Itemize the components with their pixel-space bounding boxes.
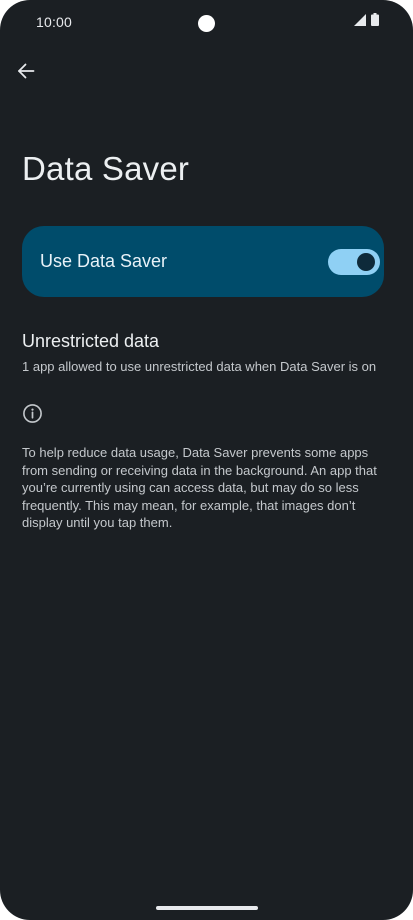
signal-icon xyxy=(354,13,366,31)
data-saver-switch[interactable] xyxy=(328,249,380,275)
unrestricted-data-summary: 1 app allowed to use unrestricted data w… xyxy=(22,359,377,374)
phone-screen: 10:00 Data Saver Use Data Saver Unrestri… xyxy=(0,0,413,920)
gesture-nav-handle[interactable] xyxy=(156,906,258,910)
back-button[interactable] xyxy=(10,57,42,89)
arrow-back-icon xyxy=(17,62,35,85)
info-icon xyxy=(22,403,43,424)
status-icons xyxy=(354,13,379,31)
battery-icon xyxy=(371,13,379,31)
page-title: Data Saver xyxy=(22,150,190,187)
use-data-saver-toggle-row[interactable]: Use Data Saver xyxy=(22,226,384,297)
use-data-saver-label: Use Data Saver xyxy=(40,251,168,271)
camera-cutout xyxy=(198,15,215,32)
status-time: 10:00 xyxy=(36,14,73,30)
data-saver-description: To help reduce data usage, Data Saver pr… xyxy=(22,445,377,530)
switch-thumb xyxy=(357,253,375,271)
status-bar: 10:00 xyxy=(0,0,413,46)
unrestricted-data-title: Unrestricted data xyxy=(22,331,160,351)
unrestricted-data-item[interactable]: Unrestricted data 1 app allowed to use u… xyxy=(22,330,392,375)
